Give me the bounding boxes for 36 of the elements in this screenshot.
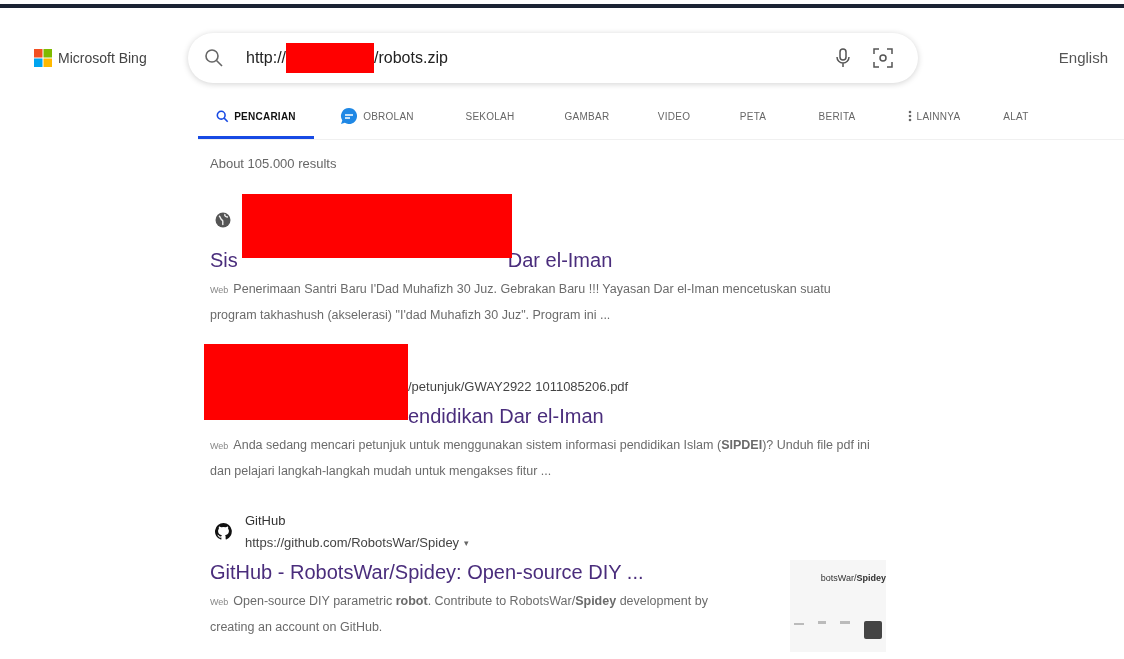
- thumbnail[interactable]: botsWar/Spidey: [790, 559, 886, 652]
- search-icon: [216, 109, 230, 123]
- result-title[interactable]: Sis: [210, 244, 238, 275]
- result-count: About 105.000 results: [210, 155, 338, 173]
- nav-tab[interactable]: PETA: [714, 96, 792, 139]
- result-snippet: Web Penerimaan Santri Baru I'Dad Muhafizh 30 Juz. Gebrakan Baru !!! Yayasan Dar el-Iman mencetuskan suatu program takhashush (akselerasi) "I'dad Muhafizh 30 Juz". Program ini ...: [210, 280, 832, 324]
- nav-tab[interactable]: OBROLAN: [314, 96, 440, 139]
- microphone-icon[interactable]: [836, 48, 850, 68]
- query-text: /robots.zip: [374, 48, 448, 68]
- nav-tab[interactable]: VIDEO: [634, 96, 714, 139]
- search-icon: [204, 48, 224, 68]
- caret-icon[interactable]: ▾: [464, 531, 470, 554]
- nav-tab[interactable]: SEKOLAH: [440, 96, 540, 139]
- nav-tab[interactable]: LAINNYA: [882, 96, 986, 139]
- language-link[interactable]: English: [1058, 46, 1108, 70]
- result-snippet: Web Anda sedang mencari petunjuk untuk menggunakan sistem informasi pendidikan Islam (SIPDEI)? Unduh file pdf ini dan pelajari langkah-langkah mudah untuk mengakses fitur ...: [210, 436, 870, 480]
- result-title[interactable]: endidikan Dar el-Iman: [408, 400, 604, 431]
- brand-name[interactable]: Microsoft Bing: [58, 47, 147, 69]
- nav-tab[interactable]: ALAT: [986, 96, 1046, 139]
- chat-icon: [340, 107, 359, 125]
- search-field[interactable]: http:// /robots.zip: [188, 33, 918, 83]
- globe-icon: [215, 211, 231, 228]
- github-icon: [215, 523, 232, 540]
- result-snippet: Web Open-source DIY parametric robot. Contribute to RobotsWar/Spidey development by creating an account on GitHub.: [210, 592, 709, 636]
- nav-tab[interactable]: PENCARIAN: [198, 96, 314, 139]
- site-name: GitHub: [245, 511, 287, 530]
- more-icon: [907, 110, 912, 122]
- result-title[interactable]: GitHub - RobotsWar/Spidey: Open-source DIY ...: [210, 556, 644, 587]
- logo-icon: [34, 49, 52, 67]
- result-url[interactable]: /petunjuk/GWAY2922 1011085206.pdf: [408, 375, 629, 398]
- nav-tab[interactable]: GAMBAR: [540, 96, 634, 139]
- nav-tab[interactable]: BERITA: [792, 96, 882, 139]
- thumbnail-text: botsWar/Spidey: [820, 571, 886, 585]
- result-url[interactable]: https://github.com/RobotsWar/Spidey: [245, 531, 460, 554]
- query-text: http://: [246, 48, 287, 68]
- camera-icon[interactable]: [872, 47, 894, 69]
